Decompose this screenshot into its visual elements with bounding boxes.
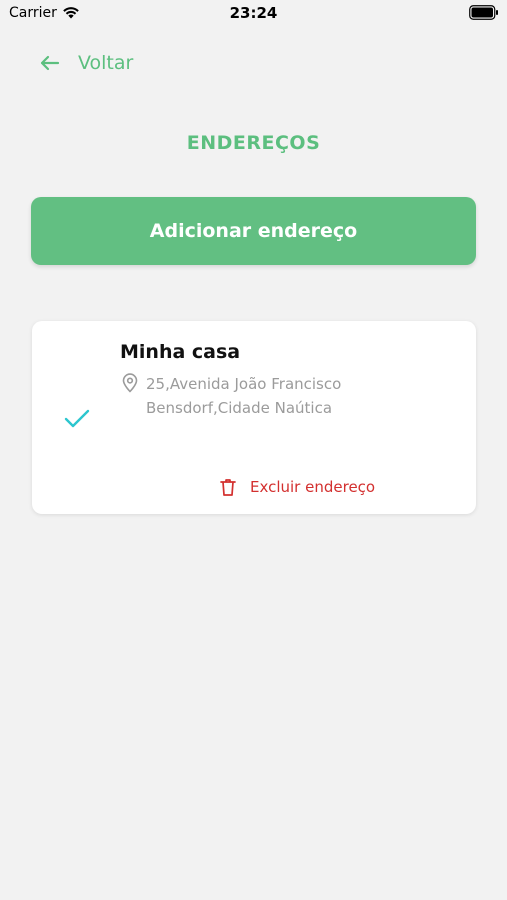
check-icon xyxy=(64,409,90,428)
status-time: 23:24 xyxy=(229,4,278,22)
address-card[interactable]: Minha casa 25,Avenida João Francisco Ben… xyxy=(32,321,476,514)
address-name: Minha casa xyxy=(120,341,241,363)
delete-address-button[interactable]: Excluir endereço xyxy=(218,475,375,499)
battery-icon xyxy=(469,5,498,20)
delete-address-label: Excluir endereço xyxy=(250,478,376,496)
status-bar: Carrier 23:24 xyxy=(0,0,507,28)
back-label: Voltar xyxy=(78,52,134,74)
add-address-button[interactable]: Adicionar endereço xyxy=(31,197,476,265)
trash-icon xyxy=(220,479,236,496)
pin-icon xyxy=(122,373,138,393)
page-title: ENDEREÇOS xyxy=(186,132,321,154)
address-line-2: Bensdorf,Cidade Naútica xyxy=(146,399,333,417)
back-arrow-icon xyxy=(40,55,60,71)
back-button[interactable]: Voltar xyxy=(38,48,133,78)
address-line-1: 25,Avenida João Francisco xyxy=(146,375,342,393)
